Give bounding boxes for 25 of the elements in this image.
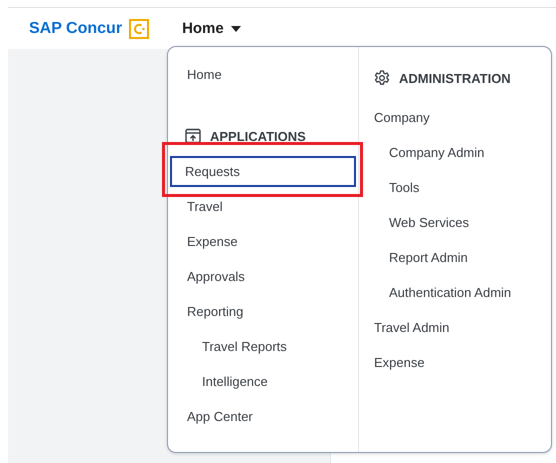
menu-item[interactable]: Company Admin: [374, 138, 500, 167]
menu-item[interactable]: Intelligence: [185, 367, 283, 396]
menu-item[interactable]: Travel Reports: [185, 332, 302, 361]
menu-item[interactable]: Tools: [374, 173, 434, 202]
menu-item[interactable]: Authentication Admin: [374, 278, 526, 307]
brand-name: SAP Concur: [29, 20, 122, 38]
menu-item[interactable]: App Center: [170, 402, 268, 431]
upload-window-icon: [185, 128, 201, 144]
menu-item[interactable]: Travel Admin: [359, 313, 464, 342]
menu-item[interactable]: Requests: [170, 156, 356, 187]
home-dropdown[interactable]: Home: [182, 20, 241, 37]
menu-item[interactable]: Travel: [170, 192, 238, 221]
menu-item[interactable]: Web Services: [374, 208, 484, 237]
settings-icon: [374, 70, 390, 86]
logo-icon: [129, 18, 150, 38]
menu-item[interactable]: Approvals: [170, 262, 260, 291]
menu-item[interactable]: Company: [359, 103, 445, 132]
menu-item[interactable]: Expense: [359, 348, 440, 377]
menu-item[interactable]: Home: [170, 60, 237, 89]
menu-item[interactable]: Expense: [170, 227, 253, 256]
section-heading: APPLICATIONS: [210, 128, 306, 144]
section-heading: ADMINISTRATION: [399, 70, 511, 86]
caret-icon: [230, 26, 241, 32]
menu-item[interactable]: Reporting: [170, 297, 258, 326]
menu-item[interactable]: Report Admin: [374, 243, 483, 272]
